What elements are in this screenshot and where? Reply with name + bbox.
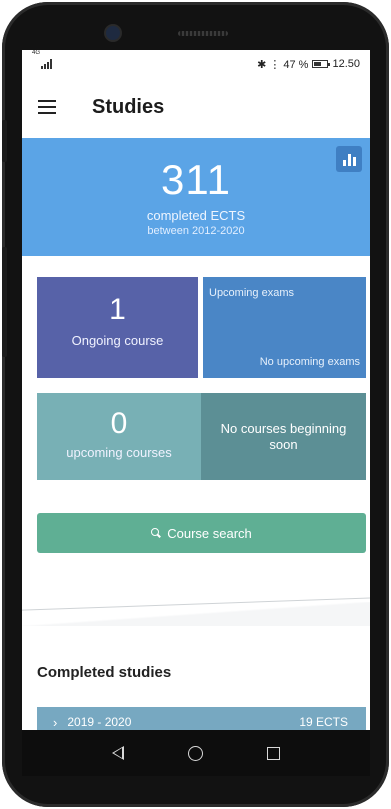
course-search-button[interactable]: Course search xyxy=(37,513,366,553)
course-search-label: Course search xyxy=(167,525,252,541)
battery-icon xyxy=(312,60,331,68)
status-right: ✱ ⋮ 47 % 12.50 xyxy=(257,58,360,71)
ects-value: 311 xyxy=(161,156,231,203)
ongoing-count: 1 xyxy=(109,293,126,326)
ects-summary: 311 completed ECTS between 2012-2020 xyxy=(22,138,370,256)
power-button xyxy=(2,247,7,357)
study-period: 2019 - 2020 xyxy=(67,715,132,729)
hamburger-menu-icon[interactable] xyxy=(38,100,56,114)
status-indicators: ✱ ⋮ 47 % xyxy=(257,58,309,71)
earpiece-speaker xyxy=(178,31,228,36)
ects-label: completed ECTS xyxy=(146,208,246,223)
upcoming-exams-tile[interactable]: Upcoming exams No upcoming exams xyxy=(203,277,366,378)
no-courses-text: No courses beginning soon xyxy=(220,421,347,452)
page-title: Studies xyxy=(92,95,165,118)
upcoming-courses-label: upcoming courses xyxy=(66,445,172,460)
study-ects: 19 ECTS xyxy=(299,715,348,729)
bar-chart-icon[interactable] xyxy=(336,146,362,172)
search-icon xyxy=(151,528,161,538)
app-bar: Studies xyxy=(22,78,370,136)
completed-studies-title: Completed studies xyxy=(37,664,172,681)
status-time: 12.50 xyxy=(332,58,360,70)
upcoming-exams-empty: No upcoming exams xyxy=(259,356,360,368)
upcoming-courses-count: 0 xyxy=(110,407,128,440)
back-triangle-icon[interactable] xyxy=(112,746,124,760)
section-band xyxy=(22,602,370,626)
upcoming-exams-title: Upcoming exams xyxy=(209,287,294,299)
ongoing-courses-tile[interactable]: 1 Ongoing course xyxy=(37,277,198,378)
app-screen: 4G ✱ ⋮ 47 % 12.50 Studies 311 completed … xyxy=(22,50,370,730)
volume-button xyxy=(2,120,7,162)
network-type: 4G xyxy=(32,50,41,56)
status-bar: 4G ✱ ⋮ 47 % 12.50 xyxy=(22,50,370,78)
home-circle-icon[interactable] xyxy=(188,745,203,761)
signal-icon xyxy=(41,59,53,69)
front-camera xyxy=(106,26,120,40)
upcoming-courses-tile[interactable]: 0 upcoming courses xyxy=(37,393,201,480)
completed-study-row[interactable]: › 2019 - 2020 19 ECTS xyxy=(37,707,366,730)
courses-beginning-tile[interactable]: No courses beginning soon xyxy=(201,393,366,480)
chevron-right-icon: › xyxy=(53,714,58,730)
ects-period: between 2012-2020 xyxy=(147,225,245,237)
recent-apps-icon[interactable] xyxy=(267,746,280,760)
system-navigation-bar xyxy=(22,730,370,776)
ongoing-label: Ongoing course xyxy=(71,333,164,348)
